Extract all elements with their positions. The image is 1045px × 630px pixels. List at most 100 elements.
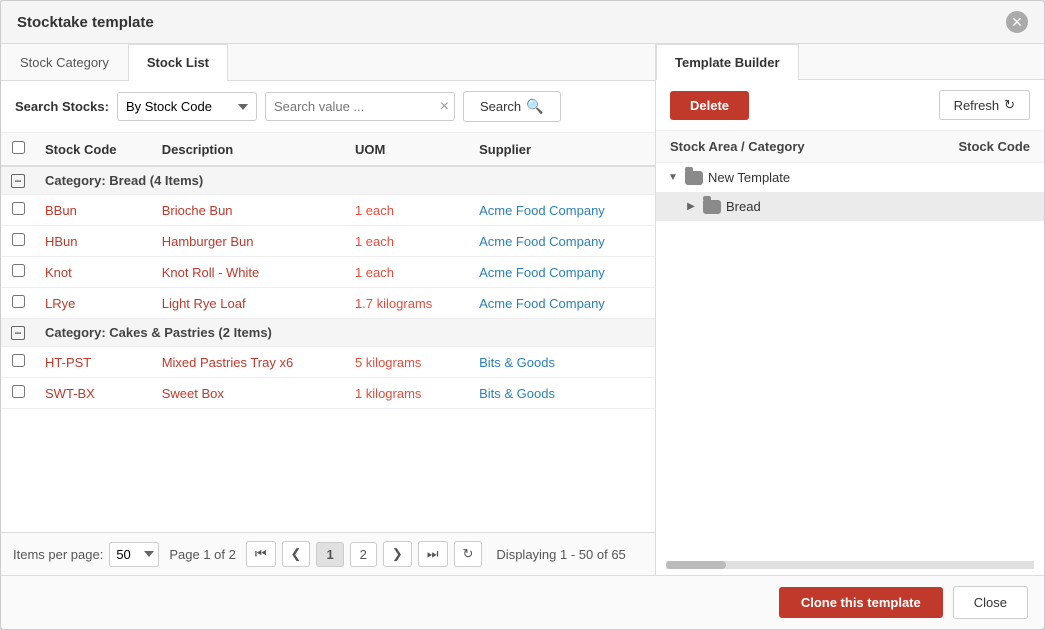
tab-stock-category[interactable]: Stock Category — [1, 44, 128, 80]
table-body: − Category: Bread (4 Items) BBun Brioche… — [1, 166, 655, 409]
row-checkbox[interactable] — [12, 295, 25, 308]
row-checkbox[interactable] — [12, 385, 25, 398]
supplier-cell: Bits & Goods — [469, 378, 655, 409]
description-link[interactable]: Sweet Box — [162, 386, 224, 401]
stock-code-link[interactable]: HT-PST — [45, 355, 91, 370]
tab-stock-list[interactable]: Stock List — [128, 44, 228, 81]
supplier-link[interactable]: Acme Food Company — [479, 234, 605, 249]
stock-code-cell: LRye — [35, 288, 152, 319]
per-page-select[interactable]: 50 25 100 — [109, 542, 159, 567]
modal-footer: Clone this template Close — [1, 575, 1044, 629]
collapse-icon[interactable]: − — [11, 326, 25, 340]
right-toolbar: Delete Refresh ↻ — [656, 80, 1044, 131]
stock-code-link[interactable]: Knot — [45, 265, 72, 280]
supplier-link[interactable]: Acme Food Company — [479, 265, 605, 280]
table-row: HT-PST Mixed Pastries Tray x6 5 kilogram… — [1, 347, 655, 378]
supplier-link[interactable]: Acme Food Company — [479, 203, 605, 218]
col-header-stock-code: Stock Code — [35, 133, 152, 166]
description-link[interactable]: Brioche Bun — [162, 203, 233, 218]
search-icon: 🔍 — [526, 98, 543, 115]
search-bar: Search Stocks: By Stock Code By Descript… — [1, 81, 655, 133]
description-link[interactable]: Light Rye Loaf — [162, 296, 246, 311]
stock-code-link[interactable]: LRye — [45, 296, 75, 311]
supplier-link[interactable]: Bits & Goods — [479, 386, 555, 401]
supplier-cell: Bits & Goods — [469, 347, 655, 378]
supplier-link[interactable]: Bits & Goods — [479, 355, 555, 370]
select-all-checkbox[interactable] — [12, 141, 25, 154]
left-panel: Stock Category Stock List Search Stocks:… — [1, 44, 656, 575]
description-link[interactable]: Mixed Pastries Tray x6 — [162, 355, 294, 370]
left-tabs-bar: Stock Category Stock List — [1, 44, 655, 81]
row-checkbox[interactable] — [12, 264, 25, 277]
page-num-1[interactable]: 1 — [316, 542, 343, 567]
supplier-cell: Acme Food Company — [469, 226, 655, 257]
supplier-cell: Acme Food Company — [469, 257, 655, 288]
clone-template-button[interactable]: Clone this template — [779, 587, 943, 618]
stock-code-link[interactable]: BBun — [45, 203, 77, 218]
row-checkbox[interactable] — [12, 233, 25, 246]
table-row: LRye Light Rye Loaf 1.7 kilograms Acme F… — [1, 288, 655, 319]
supplier-link[interactable]: Acme Food Company — [479, 296, 605, 311]
row-checkbox-cell — [1, 257, 35, 288]
close-x-button[interactable]: ✕ — [1006, 11, 1028, 33]
col-header-supplier: Supplier — [469, 133, 655, 166]
delete-button[interactable]: Delete — [670, 91, 749, 120]
stock-table-wrap: Stock Code Description UOM Supplier − Ca… — [1, 133, 655, 532]
row-checkbox[interactable] — [12, 202, 25, 215]
table-category-row: − Category: Cakes & Pastries (2 Items) — [1, 319, 655, 347]
search-by-select[interactable]: By Stock Code By Description By Supplier — [117, 92, 257, 121]
description-cell: Light Rye Loaf — [152, 288, 345, 319]
table-row: BBun Brioche Bun 1 each Acme Food Compan… — [1, 195, 655, 226]
category-collapse-btn[interactable]: − — [1, 166, 35, 195]
tree-item-new-template[interactable]: ▼ New Template — [656, 163, 1044, 192]
stock-code-link[interactable]: SWT-BX — [45, 386, 95, 401]
search-input[interactable] — [265, 92, 455, 121]
table-row: Knot Knot Roll - White 1 each Acme Food … — [1, 257, 655, 288]
tree-item-bread[interactable]: ▶ Bread — [656, 192, 1044, 221]
stock-code-cell: HT-PST — [35, 347, 152, 378]
uom-cell: 1 kilograms — [345, 378, 469, 409]
collapse-icon[interactable]: − — [11, 174, 25, 188]
category-collapse-btn[interactable]: − — [1, 319, 35, 347]
first-page-button[interactable]: ⏮ — [246, 541, 276, 567]
category-name: Category: Cakes & Pastries (2 Items) — [35, 319, 655, 347]
uom-cell: 1 each — [345, 226, 469, 257]
description-cell: Mixed Pastries Tray x6 — [152, 347, 345, 378]
stock-code-cell: SWT-BX — [35, 378, 152, 409]
table-category-row: − Category: Bread (4 Items) — [1, 166, 655, 195]
category-name: Category: Bread (4 Items) — [35, 166, 655, 195]
close-footer-button[interactable]: Close — [953, 586, 1028, 619]
next-page-button[interactable]: ❯ — [383, 541, 412, 567]
tab-template-builder[interactable]: Template Builder — [656, 44, 799, 80]
folder-icon-bread — [703, 200, 721, 214]
tree-label-new-template: New Template — [708, 170, 790, 185]
tree-arrow-new-template: ▼ — [666, 171, 680, 185]
row-checkbox[interactable] — [12, 354, 25, 367]
uom-cell: 1.7 kilograms — [345, 288, 469, 319]
col-header-checkbox — [1, 133, 35, 166]
horizontal-scrollbar[interactable] — [666, 561, 1034, 569]
prev-page-button[interactable]: ❮ — [282, 541, 311, 567]
search-input-wrap: × — [265, 92, 455, 121]
refresh-pagination-button[interactable]: ↻ — [454, 541, 483, 567]
refresh-label: Refresh — [954, 98, 1000, 113]
search-stocks-label: Search Stocks: — [15, 99, 109, 114]
scrollbar-thumb[interactable] — [666, 561, 726, 569]
table-row: HBun Hamburger Bun 1 each Acme Food Comp… — [1, 226, 655, 257]
refresh-button[interactable]: Refresh ↻ — [939, 90, 1030, 120]
uom-cell: 5 kilograms — [345, 347, 469, 378]
page-num-2[interactable]: 2 — [350, 542, 377, 567]
row-checkbox-cell — [1, 288, 35, 319]
refresh-icon: ↻ — [1004, 97, 1015, 113]
per-page-label: Items per page: — [13, 547, 103, 562]
search-button[interactable]: Search 🔍 — [463, 91, 561, 122]
last-page-button[interactable]: ⏭ — [418, 541, 448, 567]
description-link[interactable]: Knot Roll - White — [162, 265, 260, 280]
col-area-label: Stock Area / Category — [670, 139, 805, 154]
clear-search-button[interactable]: × — [440, 99, 449, 115]
table-head: Stock Code Description UOM Supplier — [1, 133, 655, 166]
modal-body: Stock Category Stock List Search Stocks:… — [1, 44, 1044, 575]
stock-code-link[interactable]: HBun — [45, 234, 78, 249]
description-link[interactable]: Hamburger Bun — [162, 234, 254, 249]
row-checkbox-cell — [1, 195, 35, 226]
